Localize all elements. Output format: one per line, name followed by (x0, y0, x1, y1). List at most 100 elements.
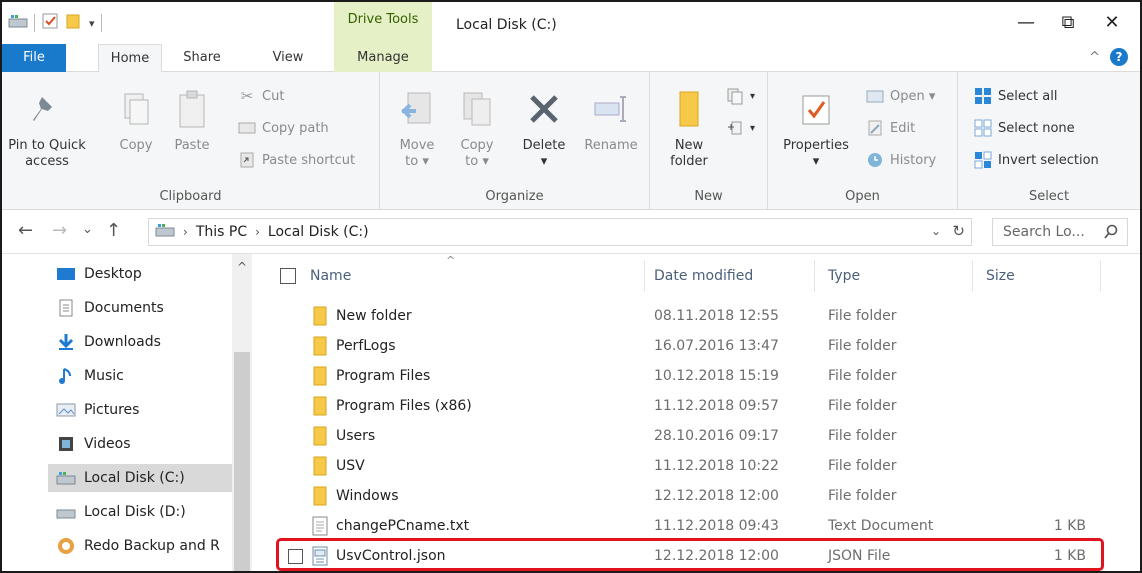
column-divider[interactable] (1100, 260, 1101, 292)
open-button[interactable]: Open ▾ (866, 84, 935, 108)
nav-item-local-disk-c[interactable]: Local Disk (C:) (48, 464, 234, 492)
file-row[interactable]: Program Files 10.12.2018 15:19 File fold… (254, 361, 1140, 391)
file-name: Windows (336, 488, 399, 504)
address-bar[interactable]: › This PC › Local Disk (C:) ⌄ ↻ (148, 218, 972, 246)
search-icon (1103, 224, 1119, 244)
column-divider[interactable] (814, 260, 815, 292)
documents-icon (56, 299, 76, 317)
nav-item-documents[interactable]: Documents (56, 294, 164, 322)
nav-item-videos[interactable]: Videos (56, 430, 131, 458)
drive-icon (56, 469, 76, 487)
column-header-name[interactable]: Name (310, 254, 351, 298)
file-date: 11.12.2018 09:57 (654, 398, 779, 414)
select-all-checkbox[interactable] (280, 268, 296, 284)
tab-file[interactable]: File (2, 44, 66, 72)
close-button[interactable]: ✕ (1092, 8, 1132, 36)
select-all-icon (974, 87, 992, 105)
forward-arrow-icon[interactable]: → (52, 220, 67, 241)
help-icon[interactable]: ? (1110, 48, 1128, 66)
file-name: Users (336, 428, 376, 444)
search-input[interactable]: Search Lo... (992, 218, 1128, 246)
column-divider[interactable] (972, 260, 973, 292)
file-row[interactable]: Program Files (x86) 11.12.2018 09:57 Fil… (254, 391, 1140, 421)
select-none-button[interactable]: Select none (974, 116, 1075, 140)
breadcrumb-this-pc[interactable]: This PC (196, 224, 247, 240)
refresh-icon[interactable]: ↻ (952, 222, 965, 240)
history-button[interactable]: History (866, 148, 936, 172)
recent-locations-icon[interactable]: ⌄ (82, 222, 93, 237)
scroll-thumb[interactable] (234, 352, 250, 571)
file-name: Program Files (336, 368, 431, 384)
properties-button[interactable]: Properties ▾ (780, 86, 852, 170)
select-all-button[interactable]: Select all (974, 84, 1057, 108)
up-arrow-icon[interactable]: ↑ (106, 220, 121, 241)
minimize-button[interactable]: — (1006, 8, 1046, 36)
nav-item-local-disk-d[interactable]: Local Disk (D:) (56, 498, 186, 526)
paste-button[interactable]: Paste (168, 86, 216, 154)
tab-home[interactable]: Home (98, 44, 162, 73)
downloads-icon (56, 333, 76, 351)
file-type: File folder (828, 428, 897, 444)
tab-view[interactable]: View (260, 44, 316, 72)
scroll-up-icon[interactable]: ^ (232, 260, 252, 274)
nav-item-pictures[interactable]: Pictures (56, 396, 139, 424)
new-folder-icon[interactable] (65, 12, 83, 34)
copy-to-button[interactable]: Copy to ▾ (454, 86, 500, 170)
nav-item-downloads[interactable]: Downloads (56, 328, 161, 356)
invert-selection-button[interactable]: Invert selection (974, 148, 1099, 172)
cut-button[interactable]: ✂ Cut (238, 84, 285, 108)
move-to-button[interactable]: Move to ▾ (394, 86, 440, 170)
file-row[interactable]: Users 28.10.2016 09:17 File folder (254, 421, 1140, 451)
easy-access-button[interactable]: ▾ (726, 116, 755, 140)
file-row[interactable]: Windows 12.12.2018 12:00 File folder (254, 481, 1140, 511)
nav-item-music[interactable]: Music (56, 362, 124, 390)
column-divider[interactable] (644, 260, 645, 292)
nav-item-redo-backup[interactable]: Redo Backup and R (56, 532, 220, 560)
tab-manage[interactable]: Manage (334, 44, 432, 72)
delete-button[interactable]: Delete ▾ (516, 86, 572, 170)
qat-dropdown-icon[interactable]: ▾ (89, 17, 95, 30)
properties-icon[interactable] (41, 12, 59, 34)
file-row[interactable]: PerfLogs 16.07.2016 13:47 File folder (254, 331, 1140, 361)
file-list: ^ Name Date modified Type Size New folde… (254, 254, 1140, 571)
column-header-date[interactable]: Date modified (654, 254, 753, 298)
pin-to-quick-access-button[interactable]: Pin to Quick access (8, 86, 86, 170)
collapse-ribbon-icon[interactable]: ^ (1089, 50, 1100, 65)
tab-share[interactable]: Share (172, 44, 232, 72)
breadcrumb-chevron-icon[interactable]: › (255, 225, 260, 239)
copy-button[interactable]: Copy (112, 86, 160, 154)
file-row[interactable]: changePCname.txt 11.12.2018 09:43 Text D… (254, 511, 1140, 541)
new-item-button[interactable]: ▾ (726, 84, 755, 108)
address-dropdown-icon[interactable]: ⌄ (931, 224, 941, 238)
file-row[interactable]: USV 11.12.2018 10:22 File folder (254, 451, 1140, 481)
open-group-label: Open (845, 189, 880, 204)
edit-button[interactable]: Edit (866, 116, 915, 140)
qat-separator (100, 14, 102, 32)
qat-separator (34, 14, 35, 32)
file-row[interactable]: New folder 08.11.2018 12:55 File folder (254, 301, 1140, 331)
restore-button[interactable]: ⧉ (1048, 8, 1088, 36)
file-type: File folder (828, 308, 897, 324)
back-arrow-icon[interactable]: ← (18, 220, 33, 241)
ribbon-controls: ^ ? (1089, 48, 1128, 66)
copy-path-button[interactable]: Copy path (238, 116, 329, 140)
breadcrumb-local-disk-c[interactable]: Local Disk (C:) (268, 224, 369, 240)
paste-shortcut-button[interactable]: Paste shortcut (238, 148, 355, 172)
rename-button[interactable]: Rename (580, 86, 642, 154)
file-size: 1 KB (1053, 518, 1086, 534)
file-date: 10.12.2018 15:19 (654, 368, 779, 384)
backup-drive-icon (56, 537, 76, 555)
nav-item-desktop[interactable]: Desktop (56, 260, 142, 288)
column-header-type[interactable]: Type (828, 254, 860, 298)
open-icon (866, 87, 884, 105)
paste-icon (172, 86, 212, 132)
delete-x-icon (524, 86, 564, 132)
folder-icon (313, 336, 327, 356)
desktop-icon (56, 265, 76, 283)
file-date: 16.07.2016 13:47 (654, 338, 779, 354)
file-name: PerfLogs (336, 338, 396, 354)
column-header-size[interactable]: Size (986, 254, 1015, 298)
new-folder-button[interactable]: New folder (664, 86, 714, 170)
nav-scrollbar[interactable]: ^ (232, 254, 252, 571)
breadcrumb-chevron-icon[interactable]: › (183, 225, 188, 239)
